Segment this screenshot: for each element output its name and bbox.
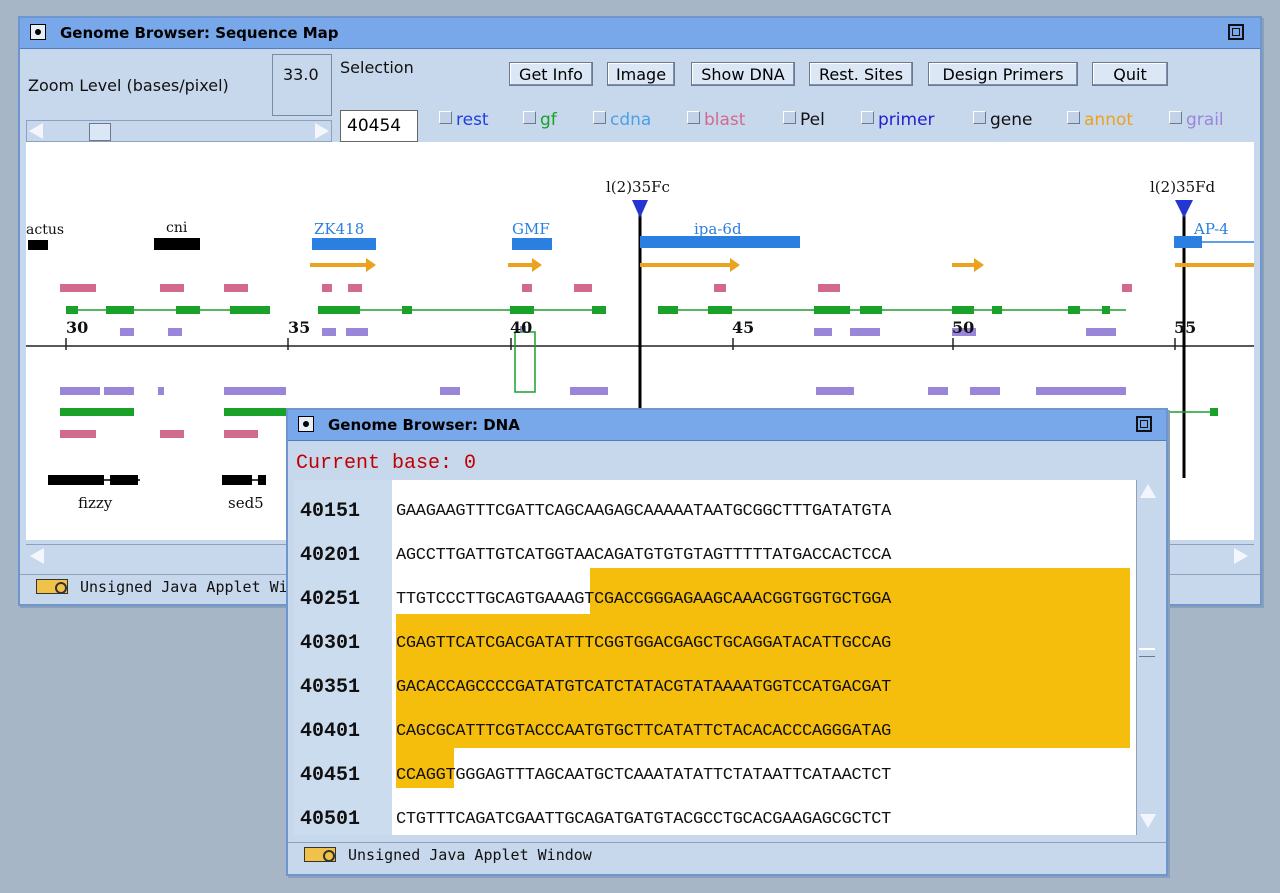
checkbox[interactable] [523,111,536,124]
dna-row: 40301 CGAGTTCATCGACGATATTTCGGTGGACGAGCTGC… [294,620,1136,664]
track-toggle-annot[interactable]: annot [1067,110,1133,130]
gene-label-zk418[interactable]: ZK418 [314,220,364,238]
status-bar: Unsigned Java Applet Window [288,842,1166,867]
marker-triangle-icon [1175,200,1193,218]
image-button[interactable]: Image [607,62,675,86]
scroll-right-icon[interactable] [315,123,329,139]
current-base-label: Current base: 0 [296,452,477,475]
scroll-thumb[interactable] [1139,648,1155,657]
scroll-left-icon[interactable] [30,548,44,564]
gene-label-sed5[interactable]: sed5 [228,494,264,512]
status-text: Unsigned Java Applet Wi [80,578,288,596]
axis-tick-55: 55 [1174,318,1197,337]
dna-vertical-scrollbar[interactable] [1136,480,1159,835]
quit-button[interactable]: Quit [1092,62,1168,86]
dna-position: 40401 [300,720,361,743]
window-title: Genome Browser: Sequence Map [60,24,339,42]
dna-row: 40151 GAAGAAGTTTCGATTCAGCAAGAGCAAAAATAATG… [294,488,1136,532]
selection-box [514,331,536,393]
track-toggle-cdna[interactable]: cdna [593,110,651,130]
dna-row: 40451 CCAGGTGGGAGTTTAGCAATGCTCAAATATATTCT… [294,752,1136,796]
checkbox[interactable] [593,111,606,124]
get-info-button[interactable]: Get Info [509,62,593,86]
dna-row: 40501 CTGTTTCAGATCGAATTGCAGATGATGTACGCCTG… [294,796,1136,835]
dna-sequence[interactable]: CTGTTTCAGATCGAATTGCAGATGATGTACGCCTGCACGA… [396,810,891,829]
scroll-left-icon[interactable] [29,123,43,139]
checkbox[interactable] [687,111,700,124]
zoom-label: Zoom Level (bases/pixel) [28,76,229,95]
scroll-down-icon[interactable] [1140,814,1156,828]
dna-sequence[interactable]: GAAGAAGTTTCGATTCAGCAAGAGCAAAAATAATGCGGCT… [396,502,891,521]
slider-thumb[interactable] [89,123,111,141]
track-toggle-primer[interactable]: primer [861,110,935,130]
dna-position: 40501 [300,808,361,831]
gene-label-ipa-6d[interactable]: ipa-6d [694,220,742,238]
dna-sequence[interactable]: CGAGTTCATCGACGATATTTCGGTGGACGAGCTGCAGGAT… [396,634,891,653]
selection-input[interactable] [340,110,418,142]
dna-position: 40301 [300,632,361,655]
maximize-icon[interactable] [1228,24,1244,40]
gene-label-ap-4[interactable]: AP-4 [1194,220,1229,238]
dna-sequence[interactable]: CCAGGTGGGAGTTTAGCAATGCTCAAATATATTCTATAAT… [396,766,891,785]
track-toggle-rest[interactable]: rest [439,110,489,130]
dna-position: 40351 [300,676,361,699]
design-primers-button[interactable]: Design Primers [928,62,1078,86]
dna-position: 40151 [300,500,361,523]
dna-sequence[interactable]: AGCCTTGATTGTCATGGTAACAGATGTGTGTAGTTTTTAT… [396,546,891,565]
dna-row: 40201 AGCCTTGATTGTCATGGTAACAGATGTGTGTAGTT… [294,532,1136,576]
track-toggle-blast[interactable]: blast [687,110,745,130]
axis-tick-35: 35 [288,318,311,337]
dna-position: 40451 [300,764,361,787]
dna-titlebar[interactable]: Genome Browser: DNA [288,410,1166,441]
dna-row: 40351 GACACCAGCCCCGATATGTCATCTATACGTATAAA… [294,664,1136,708]
scroll-right-icon[interactable] [1234,548,1248,564]
gene-label-actus[interactable]: actus [26,222,64,238]
zoom-level-value: 33.0 [283,65,319,84]
axis-tick-40: 40 [510,318,533,337]
track-toggle-pel[interactable]: Pel [783,110,825,130]
scroll-up-icon[interactable] [1140,484,1156,498]
gene-label-fizzy[interactable]: fizzy [78,494,112,512]
gene-label-gmf[interactable]: GMF [512,220,550,238]
dna-row: 40251 TTGTCCCTTGCAGTGAAAGTCGACCGGGAGAAGCA… [294,576,1136,620]
dna-row: 40401 CAGCGCATTTCGTACCCAATGTGCTTCATATTCTA… [294,708,1136,752]
zoom-slider[interactable] [26,120,332,142]
marker-label-35Fc: l(2)35Fc [606,178,670,196]
window-menu-icon[interactable] [298,416,314,432]
checkbox[interactable] [783,111,796,124]
marker-triangle-icon [632,200,648,218]
axis-tick-30: 30 [66,318,89,337]
dna-position: 40201 [300,544,361,567]
dna-sequence[interactable]: TTGTCCCTTGCAGTGAAAGTCGACCGGGAGAAGCAAACGG… [396,590,891,609]
selection-label: Selection [340,58,414,77]
dna-sequence[interactable]: GACACCAGCCCCGATATGTCATCTATACGTATAAAATGGT… [396,678,891,697]
dna-window: Genome Browser: DNA Current base: 0 4015… [286,408,1168,876]
checkbox[interactable] [439,111,452,124]
java-applet-key-icon [304,847,336,862]
window-menu-icon[interactable] [30,24,46,40]
sequence-map-titlebar[interactable]: Genome Browser: Sequence Map [20,18,1260,49]
marker-label-35Fd: l(2)35Fd [1150,178,1216,196]
track-toggle-gene[interactable]: gene [973,110,1032,130]
checkbox[interactable] [973,111,986,124]
show-dna-button[interactable]: Show DNA [691,62,795,86]
window-title: Genome Browser: DNA [328,416,520,434]
axis-tick-45: 45 [732,318,755,337]
dna-sequence[interactable]: CAGCGCATTTCGTACCCAATGTGCTTCATATTCTACACAC… [396,722,891,741]
maximize-icon[interactable] [1136,416,1152,432]
java-applet-key-icon [36,579,68,594]
dna-position: 40251 [300,588,361,611]
gene-label-cni[interactable]: cni [166,220,187,236]
status-text: Unsigned Java Applet Window [348,846,592,864]
track-toggle-grail[interactable]: grail [1169,110,1224,130]
rest-sites-button[interactable]: Rest. Sites [809,62,913,86]
checkbox[interactable] [861,111,874,124]
zoom-level-field[interactable]: 33.0 [272,54,332,116]
track-toggle-gf[interactable]: gf [523,110,557,130]
axis-tick-50: 50 [952,318,975,337]
dna-sequence-pane[interactable]: 40151 GAAGAAGTTTCGATTCAGCAAGAGCAAAAATAATG… [294,480,1136,835]
checkbox[interactable] [1169,111,1182,124]
checkbox[interactable] [1067,111,1080,124]
